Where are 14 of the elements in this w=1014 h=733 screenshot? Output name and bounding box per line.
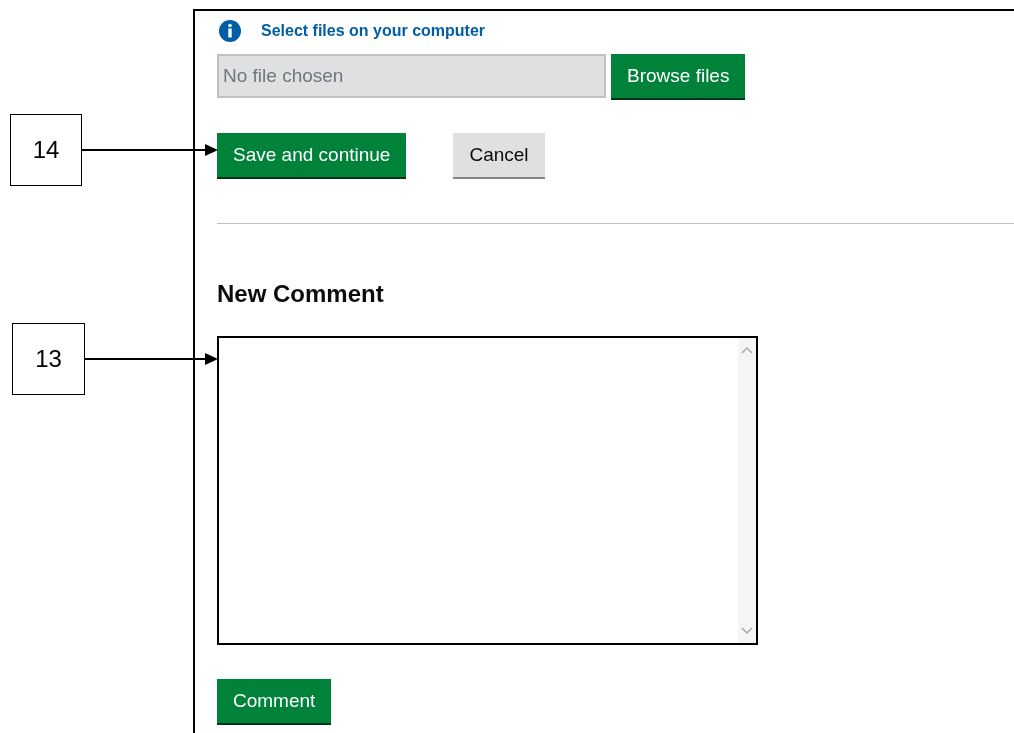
upload-hint: Select files on your computer: [261, 21, 486, 41]
browse-files-button[interactable]: Browse files: [611, 54, 746, 98]
file-field[interactable]: No file chosen: [217, 54, 606, 98]
callout-label: 14: [10, 114, 82, 186]
scrollbar[interactable]: [738, 338, 756, 643]
scroll-down-icon[interactable]: [741, 627, 753, 635]
save-button[interactable]: Save and continue: [217, 133, 407, 177]
info-icon: [219, 20, 241, 42]
comment-button[interactable]: Comment: [217, 679, 332, 723]
section-heading: New Comment: [217, 279, 385, 309]
comment-field[interactable]: [217, 336, 758, 645]
scroll-up-icon[interactable]: [741, 346, 753, 354]
cancel-button[interactable]: Cancel: [453, 133, 545, 177]
callout-label: 13: [12, 323, 85, 395]
